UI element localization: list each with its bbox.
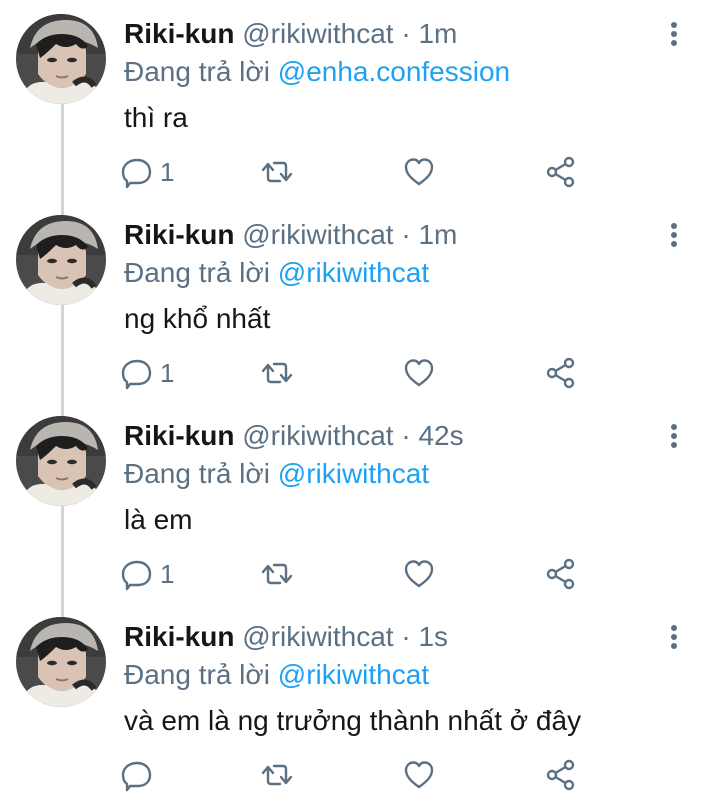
reply-icon — [120, 356, 154, 390]
tweet-header: Riki-kun @rikiwithcat · 1m — [124, 215, 457, 255]
separator-dot: · — [401, 420, 411, 451]
avatar[interactable] — [16, 215, 106, 305]
replying-to-label: Đang trả lời — [124, 257, 270, 288]
replying-to-label: Đang trả lời — [124, 56, 270, 87]
replying-to-label: Đang trả lời — [124, 458, 270, 489]
reply-thread: Riki-kun @rikiwithcat · 1m Đang trả lời … — [0, 0, 720, 801]
user-handle: @rikiwithcat — [242, 18, 394, 49]
replying-to-mention[interactable]: @enha.confession — [278, 56, 510, 87]
tweet-header: Riki-kun @rikiwithcat · 1s — [124, 617, 448, 657]
reply-count: 1 — [160, 358, 175, 388]
share-button[interactable] — [544, 755, 578, 795]
replying-to-line: Đang trả lời @rikiwithcat — [124, 454, 429, 494]
tweet-actions: 1 — [120, 353, 600, 393]
avatar[interactable] — [16, 416, 106, 506]
display-name[interactable]: Riki-kun — [124, 219, 234, 250]
like-button[interactable] — [402, 353, 436, 393]
share-icon — [544, 557, 578, 591]
retweet-button[interactable] — [260, 353, 294, 393]
thread-connector-line — [61, 305, 64, 417]
more-vertical-icon — [660, 221, 688, 249]
tweet[interactable]: Riki-kun @rikiwithcat · 1s Đang trả lời … — [0, 603, 720, 805]
share-button[interactable] — [544, 554, 578, 594]
tweet[interactable]: Riki-kun @rikiwithcat · 42s Đang trả lời… — [0, 402, 720, 618]
tweet-actions: 1 — [120, 152, 600, 192]
reply-button[interactable]: 1 — [120, 353, 174, 393]
retweet-icon — [260, 356, 294, 390]
timestamp: 1m — [418, 18, 458, 49]
tweet[interactable]: Riki-kun @rikiwithcat · 1m Đang trả lời … — [0, 0, 720, 216]
retweet-icon — [260, 155, 294, 189]
more-vertical-icon — [660, 623, 688, 651]
replying-to-line: Đang trả lời @rikiwithcat — [124, 253, 429, 293]
display-name[interactable]: Riki-kun — [124, 621, 234, 652]
replying-to-mention[interactable]: @rikiwithcat — [278, 659, 429, 690]
reply-button[interactable]: 1 — [120, 554, 174, 594]
replying-to-mention[interactable]: @rikiwithcat — [278, 458, 429, 489]
retweet-button[interactable] — [260, 755, 294, 795]
reply-icon — [120, 758, 154, 792]
tweet-actions: 1 — [120, 554, 600, 594]
tweet-text: thì ra — [124, 102, 188, 133]
reply-icon — [120, 557, 154, 591]
reply-count: 1 — [160, 559, 175, 589]
replying-to-label: Đang trả lời — [124, 659, 270, 690]
reply-button[interactable]: 1 — [120, 152, 174, 192]
timestamp: 42s — [418, 420, 464, 451]
reply-count: 1 — [160, 157, 175, 187]
share-icon — [544, 356, 578, 390]
tweet-text: ng khổ nhất — [124, 303, 271, 334]
like-icon — [402, 758, 436, 792]
timestamp: 1m — [418, 219, 458, 250]
more-options-button[interactable] — [660, 422, 688, 450]
retweet-button[interactable] — [260, 152, 294, 192]
replying-to-mention[interactable]: @rikiwithcat — [278, 257, 429, 288]
more-vertical-icon — [660, 20, 688, 48]
thread-connector-line — [61, 104, 64, 216]
reply-icon — [120, 155, 154, 189]
display-name[interactable]: Riki-kun — [124, 18, 234, 49]
tweet-text: là em — [124, 504, 193, 535]
avatar[interactable] — [16, 617, 106, 707]
share-icon — [544, 155, 578, 189]
share-icon — [544, 758, 578, 792]
separator-dot: · — [401, 219, 411, 250]
tweet[interactable]: Riki-kun @rikiwithcat · 1m Đang trả lời … — [0, 201, 720, 417]
tweet-header: Riki-kun @rikiwithcat · 42s — [124, 416, 464, 456]
retweet-icon — [260, 758, 294, 792]
thread-connector-line — [61, 506, 64, 618]
user-handle: @rikiwithcat — [242, 621, 394, 652]
tweet-actions — [120, 755, 600, 795]
separator-dot: · — [401, 621, 411, 652]
user-handle: @rikiwithcat — [242, 420, 394, 451]
replying-to-line: Đang trả lời @enha.confession — [124, 52, 510, 92]
more-options-button[interactable] — [660, 623, 688, 651]
timestamp: 1s — [418, 621, 449, 652]
separator-dot: · — [401, 18, 411, 49]
avatar[interactable] — [16, 14, 106, 104]
more-options-button[interactable] — [660, 221, 688, 249]
tweet-text: và em là ng trưởng thành nhất ở đây — [124, 705, 582, 736]
tweet-header: Riki-kun @rikiwithcat · 1m — [124, 14, 457, 54]
retweet-button[interactable] — [260, 554, 294, 594]
like-icon — [402, 557, 436, 591]
like-button[interactable] — [402, 755, 436, 795]
share-button[interactable] — [544, 353, 578, 393]
replying-to-line: Đang trả lời @rikiwithcat — [124, 655, 429, 695]
like-icon — [402, 356, 436, 390]
share-button[interactable] — [544, 152, 578, 192]
display-name[interactable]: Riki-kun — [124, 420, 234, 451]
like-button[interactable] — [402, 554, 436, 594]
like-icon — [402, 155, 436, 189]
reply-button[interactable] — [120, 755, 160, 795]
user-handle: @rikiwithcat — [242, 219, 394, 250]
more-options-button[interactable] — [660, 20, 688, 48]
more-vertical-icon — [660, 422, 688, 450]
retweet-icon — [260, 557, 294, 591]
like-button[interactable] — [402, 152, 436, 192]
